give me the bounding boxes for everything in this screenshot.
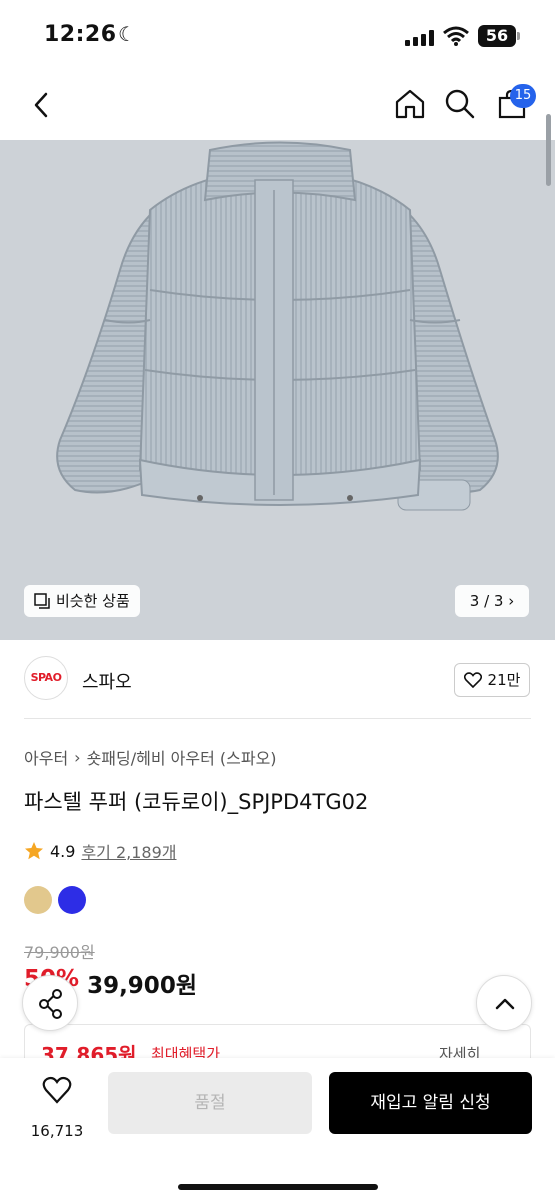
brand-name[interactable]: 스파오 — [82, 668, 132, 694]
scrollbar[interactable] — [546, 114, 551, 186]
home-icon[interactable] — [394, 88, 426, 120]
brand-like-button[interactable]: 21만 — [454, 663, 530, 697]
chevron-right-icon: › — [508, 592, 515, 610]
breadcrumb-item[interactable]: 아우터 — [24, 745, 68, 769]
heart-icon — [42, 1076, 72, 1104]
product-title: 파스텔 푸퍼 (코듀로이)_SPJPD4TG02 — [24, 790, 369, 814]
similar-products-label: 비슷한 상품 — [56, 592, 130, 610]
share-icon — [39, 989, 62, 1019]
status-time: 12:26 — [44, 22, 117, 47]
wish-count: 16,713 — [30, 1122, 84, 1140]
status-bar: 12:26 ☾ 56 — [0, 0, 555, 70]
battery-icon: 56 — [478, 25, 520, 47]
review-count-link[interactable]: 후기 2,189개 — [81, 839, 176, 863]
signal-icon — [405, 30, 435, 46]
breadcrumb: 아우터 › 숏패딩/헤비 아우터 (스파오) — [24, 745, 277, 769]
breadcrumb-item[interactable]: 숏패딩/헤비 아우터 (스파오) — [87, 745, 277, 769]
wish-button[interactable]: 16,713 — [22, 1072, 92, 1142]
moon-icon: ☾ — [118, 22, 136, 46]
home-indicator — [178, 1184, 378, 1190]
back-icon[interactable] — [28, 90, 56, 120]
wifi-icon — [443, 26, 469, 46]
product-image[interactable]: 비슷한 상품 3 / 3 › — [0, 140, 555, 640]
chevron-up-icon — [495, 998, 515, 1010]
top-nav — [0, 70, 555, 140]
chevron-right-icon: › — [74, 747, 81, 767]
bottom-action-bar: 16,713 품절 재입고 알림 신청 — [0, 1058, 555, 1200]
rating-row: 4.9 후기 2,189개 — [24, 839, 177, 863]
restock-alert-button[interactable]: 재입고 알림 신청 — [329, 1072, 532, 1134]
cart-count-badge: 15 — [510, 84, 536, 108]
sale-price: 39,900원 — [87, 973, 197, 999]
brand-logo[interactable]: SPAO — [24, 656, 68, 700]
share-button[interactable] — [22, 975, 78, 1031]
heart-icon — [463, 672, 482, 688]
pager-label: 3 / 3 — [469, 592, 504, 610]
similar-icon — [34, 593, 50, 609]
battery-level: 56 — [485, 26, 509, 45]
soldout-button: 품절 — [108, 1072, 312, 1134]
similar-products-button[interactable]: 비슷한 상품 — [24, 585, 140, 617]
rating-value: 4.9 — [50, 841, 76, 861]
search-icon[interactable] — [444, 88, 476, 120]
image-pager[interactable]: 3 / 3 › — [455, 585, 529, 617]
brand-like-count: 21만 — [487, 671, 521, 689]
color-swatch-beige[interactable] — [24, 886, 52, 914]
star-icon — [25, 842, 43, 860]
scroll-top-button[interactable] — [476, 975, 532, 1031]
original-price: 79,900원 — [24, 943, 95, 962]
color-swatch-blue[interactable] — [58, 886, 86, 914]
jacket-image — [0, 140, 555, 640]
divider — [24, 718, 531, 719]
